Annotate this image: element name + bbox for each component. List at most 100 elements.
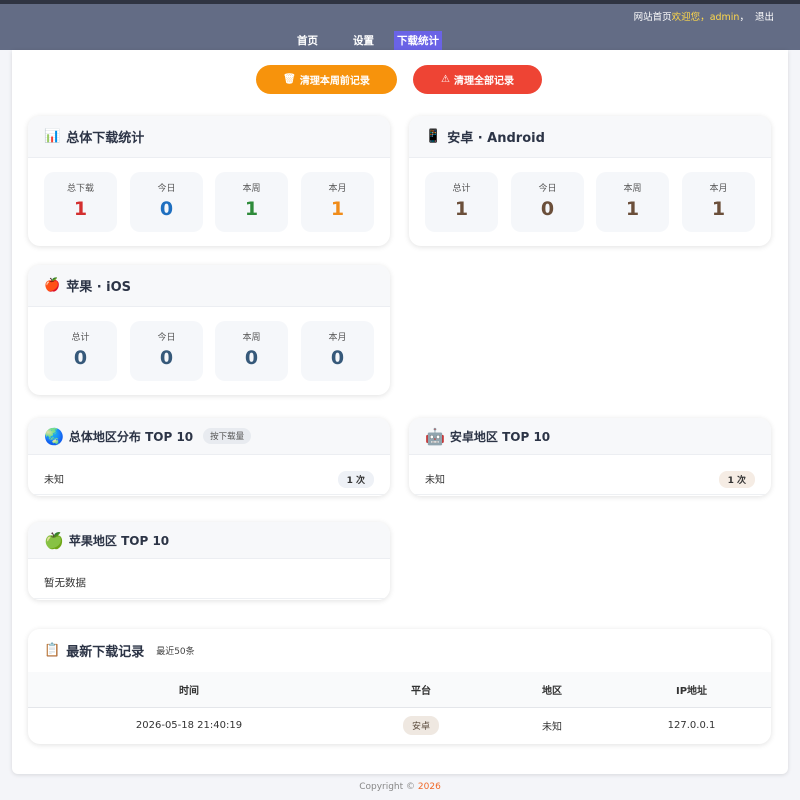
table-row: 2026-05-18 21:40:19 安卓 未知 127.0.0.1: [28, 707, 771, 743]
card-header: 🌏 总体地区分布 TOP 10 按下载量: [28, 418, 390, 455]
stat-value: 0: [159, 198, 174, 220]
stat-value: 1: [625, 198, 640, 220]
list-item: 未知 1 次: [28, 455, 390, 495]
list-item: 未知 1 次: [409, 455, 771, 495]
stat-today: 今日 0: [511, 172, 584, 232]
main-nav: 首页 设置 下载统计: [0, 31, 800, 51]
region-count: 1 次: [718, 471, 755, 488]
user-links: 网站首页欢迎您，admin， 退出: [633, 12, 774, 23]
region-overall-card: 🌏 总体地区分布 TOP 10 按下载量 未知 1 次: [28, 418, 390, 496]
welcome-text: 欢迎您，: [671, 12, 710, 23]
stat-month: 本月 1: [301, 172, 374, 232]
apple-icon: 🍎: [44, 278, 61, 293]
copyright-year: 2026: [417, 782, 441, 792]
bar-chart-icon: 📊: [44, 129, 61, 144]
stat-today: 今日 0: [130, 172, 203, 232]
stat-value: 1: [73, 198, 88, 220]
stat-value: 0: [330, 347, 345, 369]
download-log-card: 📋 最新下载记录 最近50条 时间 平台 地区 IP地址 2026-05-18 …: [28, 629, 771, 744]
card-header: 🍏 苹果地区 TOP 10: [28, 522, 390, 559]
stat-value: 1: [454, 198, 469, 220]
stat-label: 今日: [157, 333, 176, 343]
stat-total: 总计 1: [425, 172, 498, 232]
stat-label: 总下载: [66, 184, 94, 194]
stat-label: 今日: [157, 184, 176, 194]
region-android-card: 🤖 安卓地区 TOP 10 未知 1 次: [409, 418, 771, 496]
overall-stats-card: 📊 总体下载统计 总下载 1 今日 0 本周 1 本月 1: [28, 116, 390, 246]
card-subtitle: 最近50条: [156, 647, 195, 657]
stat-month: 本月 1: [682, 172, 755, 232]
android-icon: 🤖: [425, 426, 445, 446]
globe-icon: 🌏: [44, 426, 64, 446]
card-title: 苹果地区 TOP 10: [68, 533, 170, 548]
log-ip: 127.0.0.1: [667, 719, 716, 731]
stat-label: 本月: [709, 184, 728, 194]
card-header: 📋 最新下载记录 最近50条: [28, 629, 771, 672]
clipboard-icon: 📋: [44, 643, 61, 658]
card-header: 📱 安卓 · Android: [409, 116, 771, 158]
column-header: 地区: [492, 672, 612, 708]
stat-label: 本周: [242, 333, 261, 343]
card-header: 🍎 苹果 · iOS: [28, 265, 390, 307]
site-home-link[interactable]: 网站首页: [634, 12, 672, 23]
trash-icon: 🗑: [283, 74, 296, 85]
column-header: IP地址: [612, 672, 771, 708]
nav-home[interactable]: 首页: [294, 31, 321, 51]
stat-label: 总计: [452, 184, 471, 194]
column-header: 时间: [28, 672, 350, 708]
warning-icon: ⚠: [441, 74, 450, 85]
footer: Copyright © 2026: [0, 782, 800, 792]
logout-link[interactable]: 退出: [755, 12, 774, 23]
clear-week-button[interactable]: 🗑 清理本周前记录: [256, 65, 397, 94]
log-region: 未知: [542, 721, 562, 733]
region-ios-card: 🍏 苹果地区 TOP 10 暂无数据: [28, 522, 390, 600]
phone-icon: 📱: [425, 129, 442, 144]
card-title: 苹果 · iOS: [66, 280, 132, 295]
stat-total: 总计 0: [44, 321, 117, 381]
card-title: 安卓 · Android: [447, 131, 545, 146]
empty-message: 暂无数据: [44, 577, 86, 589]
card-title: 最新下载记录: [66, 645, 145, 660]
stat-week: 本周 1: [596, 172, 669, 232]
stat-value: 0: [159, 347, 174, 369]
stat-label: 本周: [242, 184, 261, 194]
column-header: 平台: [350, 672, 492, 708]
stat-value: 0: [540, 198, 555, 220]
stat-month: 本月 0: [301, 321, 374, 381]
region-name: 未知: [44, 475, 64, 486]
stat-value: 1: [711, 198, 726, 220]
top-bar: 网站首页欢迎您，admin， 退出 首页 设置 下载统计: [0, 0, 800, 51]
stat-total: 总下载 1: [44, 172, 117, 232]
card-header: 🤖 安卓地区 TOP 10: [409, 418, 771, 455]
username: admin: [709, 12, 740, 23]
card-title: 总体地区分布 TOP 10: [68, 429, 194, 444]
stat-value: 0: [244, 347, 259, 369]
card-title: 总体下载统计: [66, 131, 145, 146]
stat-value: 1: [244, 198, 259, 220]
main-panel: 🗑 清理本周前记录 ⚠ 清理全部记录 📊 总体下载统计 总下载 1 今日 0 本…: [12, 50, 788, 774]
card-title: 安卓地区 TOP 10: [449, 429, 551, 444]
nav-settings[interactable]: 设置: [350, 31, 377, 51]
stat-label: 本月: [328, 184, 347, 194]
stat-label: 本周: [623, 184, 642, 194]
platform-badge: 安卓: [402, 715, 439, 735]
green-apple-icon: 🍏: [44, 530, 64, 550]
nav-download-stats[interactable]: 下载统计: [394, 31, 442, 51]
android-stats-card: 📱 安卓 · Android 总计 1 今日 0 本周 1 本月 1: [409, 116, 771, 246]
sort-tag: 按下载量: [203, 428, 252, 444]
stat-label: 总计: [71, 333, 90, 343]
ios-stats-card: 🍎 苹果 · iOS 总计 0 今日 0 本周 0 本月 0: [28, 265, 390, 395]
download-log-table: 时间 平台 地区 IP地址 2026-05-18 21:40:19 安卓 未知 …: [28, 672, 771, 743]
stat-value: 1: [330, 198, 345, 220]
card-header: 📊 总体下载统计: [28, 116, 390, 158]
stat-today: 今日 0: [130, 321, 203, 381]
stat-week: 本周 0: [215, 321, 288, 381]
stat-label: 本月: [328, 333, 347, 343]
region-name: 未知: [425, 475, 445, 486]
log-time: 2026-05-18 21:40:19: [135, 719, 243, 731]
copyright-text: Copyright ©: [359, 782, 418, 792]
region-count: 1 次: [337, 471, 374, 488]
clear-week-label: 清理本周前记录: [299, 76, 370, 87]
stat-week: 本周 1: [215, 172, 288, 232]
clear-all-button[interactable]: ⚠ 清理全部记录: [413, 65, 542, 94]
